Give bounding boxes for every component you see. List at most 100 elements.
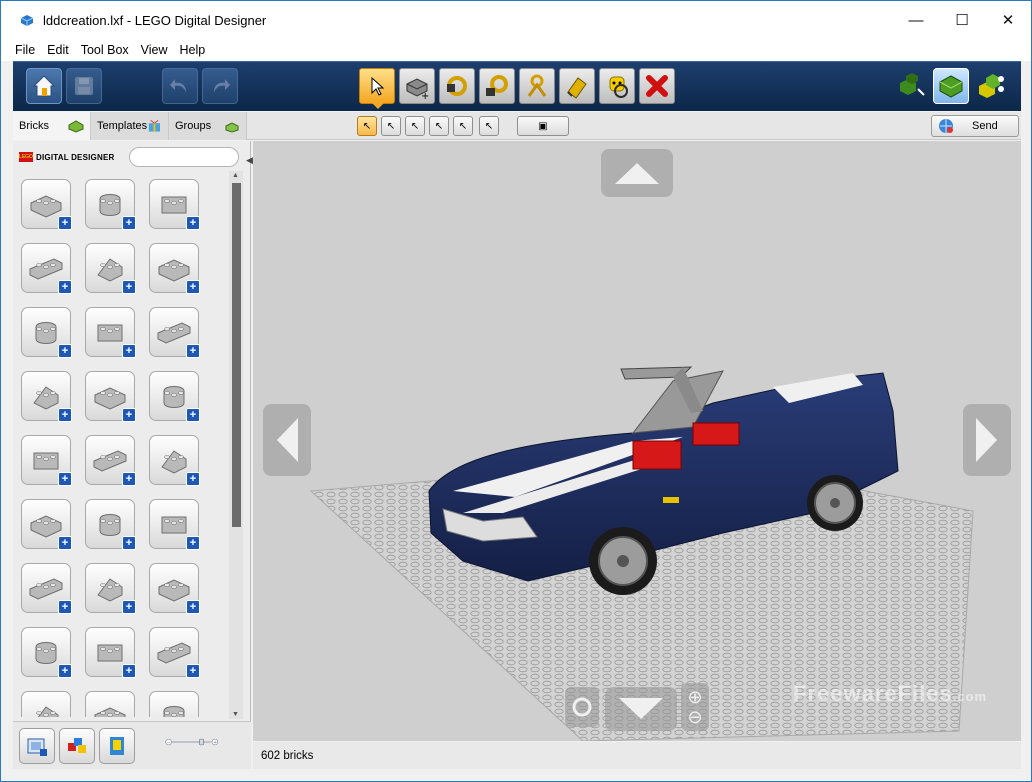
brick-category-curved-slope[interactable]: + xyxy=(21,563,72,614)
shape-select-button[interactable]: ↖ xyxy=(429,116,449,136)
expand-plus-icon[interactable]: + xyxy=(186,536,200,550)
brick-category-roof-tile[interactable]: + xyxy=(85,243,136,294)
collapse-panel-icon[interactable]: ◀ xyxy=(246,155,253,166)
hinge-align-tool[interactable] xyxy=(479,68,515,104)
brick-category-hinge-plate[interactable]: + xyxy=(149,627,200,678)
brick-category-wrench-tool[interactable]: + xyxy=(21,627,72,678)
brick-category-round-brick[interactable]: + xyxy=(85,179,136,230)
brick-category-technic-beam[interactable]: + xyxy=(149,435,200,486)
view-mode-button[interactable] xyxy=(933,68,969,104)
3d-viewport[interactable]: ⊕ ⊖ FreewareFiles.com xyxy=(253,141,1021,741)
expand-plus-icon[interactable]: + xyxy=(122,472,136,486)
expand-plus-icon[interactable]: + xyxy=(58,600,72,614)
brick-category-technic-connector[interactable]: + xyxy=(85,435,136,486)
build-mode-button[interactable] xyxy=(893,68,929,104)
brick-category-technic-gear[interactable]: + xyxy=(149,499,200,550)
zoom-slider[interactable]: − + xyxy=(145,738,239,746)
brick-category-grille[interactable]: + xyxy=(149,691,199,717)
search-input[interactable] xyxy=(129,147,239,167)
brick-category-door-frame[interactable]: + xyxy=(149,371,200,422)
menu-edit[interactable]: Edit xyxy=(41,39,75,61)
expand-plus-icon[interactable]: + xyxy=(186,280,200,294)
brick-category-arch-brick[interactable]: + xyxy=(21,307,72,358)
minimize-button[interactable]: — xyxy=(893,1,939,39)
brick-category-cylinder[interactable]: + xyxy=(85,563,136,614)
brick-category-gear[interactable]: + xyxy=(21,435,72,486)
brick-category-technic-brick-1x2[interactable]: + xyxy=(21,371,72,422)
single-select-button[interactable]: ↖ xyxy=(357,116,377,136)
brick-category-corner-plate[interactable]: + xyxy=(149,307,200,358)
brick-category-axle-pin[interactable]: + xyxy=(85,499,136,550)
invert-selection-button[interactable]: ▣ xyxy=(517,116,569,136)
delete-tool[interactable] xyxy=(639,68,675,104)
building-guide-button[interactable] xyxy=(973,68,1009,104)
palette-scrollbar[interactable]: ▲ ▼ xyxy=(229,171,243,719)
connected-select-button[interactable]: ↖ xyxy=(381,116,401,136)
color-select-button[interactable]: ↖ xyxy=(405,116,425,136)
brick-category-brick-1x6[interactable]: + xyxy=(21,243,72,294)
save-button[interactable] xyxy=(66,68,102,104)
expand-plus-icon[interactable]: + xyxy=(58,280,72,294)
expand-plus-icon[interactable]: + xyxy=(186,216,200,230)
pan-left-button[interactable] xyxy=(263,404,311,476)
brick-category-plate-2x2[interactable]: + xyxy=(85,307,136,358)
brick-category-wedge[interactable]: + xyxy=(149,243,200,294)
expand-plus-icon[interactable]: + xyxy=(186,344,200,358)
tab-groups[interactable]: Groups xyxy=(169,112,247,140)
brick-category-panel-slope[interactable]: + xyxy=(85,627,136,678)
scroll-up-icon[interactable]: ▲ xyxy=(232,172,239,179)
expand-plus-icon[interactable]: + xyxy=(58,536,72,550)
expand-plus-icon[interactable]: + xyxy=(122,664,136,678)
scroll-thumb[interactable] xyxy=(232,183,241,527)
menu-file[interactable]: File xyxy=(9,39,41,61)
rotate-left-button[interactable] xyxy=(565,687,599,727)
expand-plus-icon[interactable]: + xyxy=(186,408,200,422)
pan-up-button[interactable] xyxy=(601,149,673,197)
close-button[interactable]: ✕ xyxy=(985,1,1031,39)
color-palette-button[interactable] xyxy=(59,728,95,764)
expand-plus-icon[interactable]: + xyxy=(122,344,136,358)
brick-category-tile-flat[interactable]: + xyxy=(149,563,200,614)
camera-button[interactable] xyxy=(19,728,55,764)
expand-plus-icon[interactable]: + xyxy=(122,536,136,550)
menu-toolbox[interactable]: Tool Box xyxy=(75,39,135,61)
tab-bricks[interactable]: Bricks xyxy=(13,112,91,140)
send-button[interactable]: Send xyxy=(931,115,1019,137)
pan-down-button[interactable] xyxy=(605,687,677,731)
same-brick-select-button[interactable]: ↖ xyxy=(453,116,473,136)
home-button[interactable] xyxy=(26,68,62,104)
brick-category-technic-liftarm[interactable]: + xyxy=(21,499,72,550)
zoom-in-icon[interactable]: ⊕ xyxy=(687,687,702,707)
expand-plus-icon[interactable]: + xyxy=(58,664,72,678)
pan-right-button[interactable] xyxy=(963,404,1011,476)
expand-plus-icon[interactable]: + xyxy=(58,408,72,422)
redo-button[interactable] xyxy=(202,68,238,104)
brick-category-brick-2x4[interactable]: + xyxy=(21,179,72,230)
hide-tool[interactable] xyxy=(599,68,635,104)
expand-plus-icon[interactable]: + xyxy=(186,472,200,486)
scroll-down-icon[interactable]: ▼ xyxy=(232,711,239,718)
maximize-button[interactable]: ☐ xyxy=(939,1,985,39)
brick-box-button[interactable] xyxy=(99,728,135,764)
expand-plus-icon[interactable]: + xyxy=(186,664,200,678)
flex-tool[interactable] xyxy=(519,68,555,104)
expand-plus-icon[interactable]: + xyxy=(58,344,72,358)
expand-plus-icon[interactable]: + xyxy=(122,600,136,614)
hinge-tool[interactable] xyxy=(439,68,475,104)
same-color-select-button[interactable]: ↖ xyxy=(479,116,499,136)
brick-category-wheel-arch[interactable]: + xyxy=(85,371,136,422)
expand-plus-icon[interactable]: + xyxy=(58,472,72,486)
paint-tool[interactable] xyxy=(559,68,595,104)
expand-plus-icon[interactable]: + xyxy=(122,216,136,230)
zoom-out-icon[interactable]: ⊖ xyxy=(687,707,702,727)
select-tool[interactable] xyxy=(359,68,395,109)
expand-plus-icon[interactable]: + xyxy=(122,408,136,422)
brick-category-steering-wheel[interactable]: + xyxy=(85,691,135,717)
brick-category-technic-brick-hole[interactable]: + xyxy=(149,179,200,230)
menu-view[interactable]: View xyxy=(135,39,174,61)
expand-plus-icon[interactable]: + xyxy=(58,216,72,230)
expand-plus-icon[interactable]: + xyxy=(122,280,136,294)
clone-tool[interactable]: + xyxy=(399,68,435,104)
tab-templates[interactable]: Templates xyxy=(91,112,169,140)
brick-category-minifig-accessory[interactable]: + xyxy=(21,691,71,717)
